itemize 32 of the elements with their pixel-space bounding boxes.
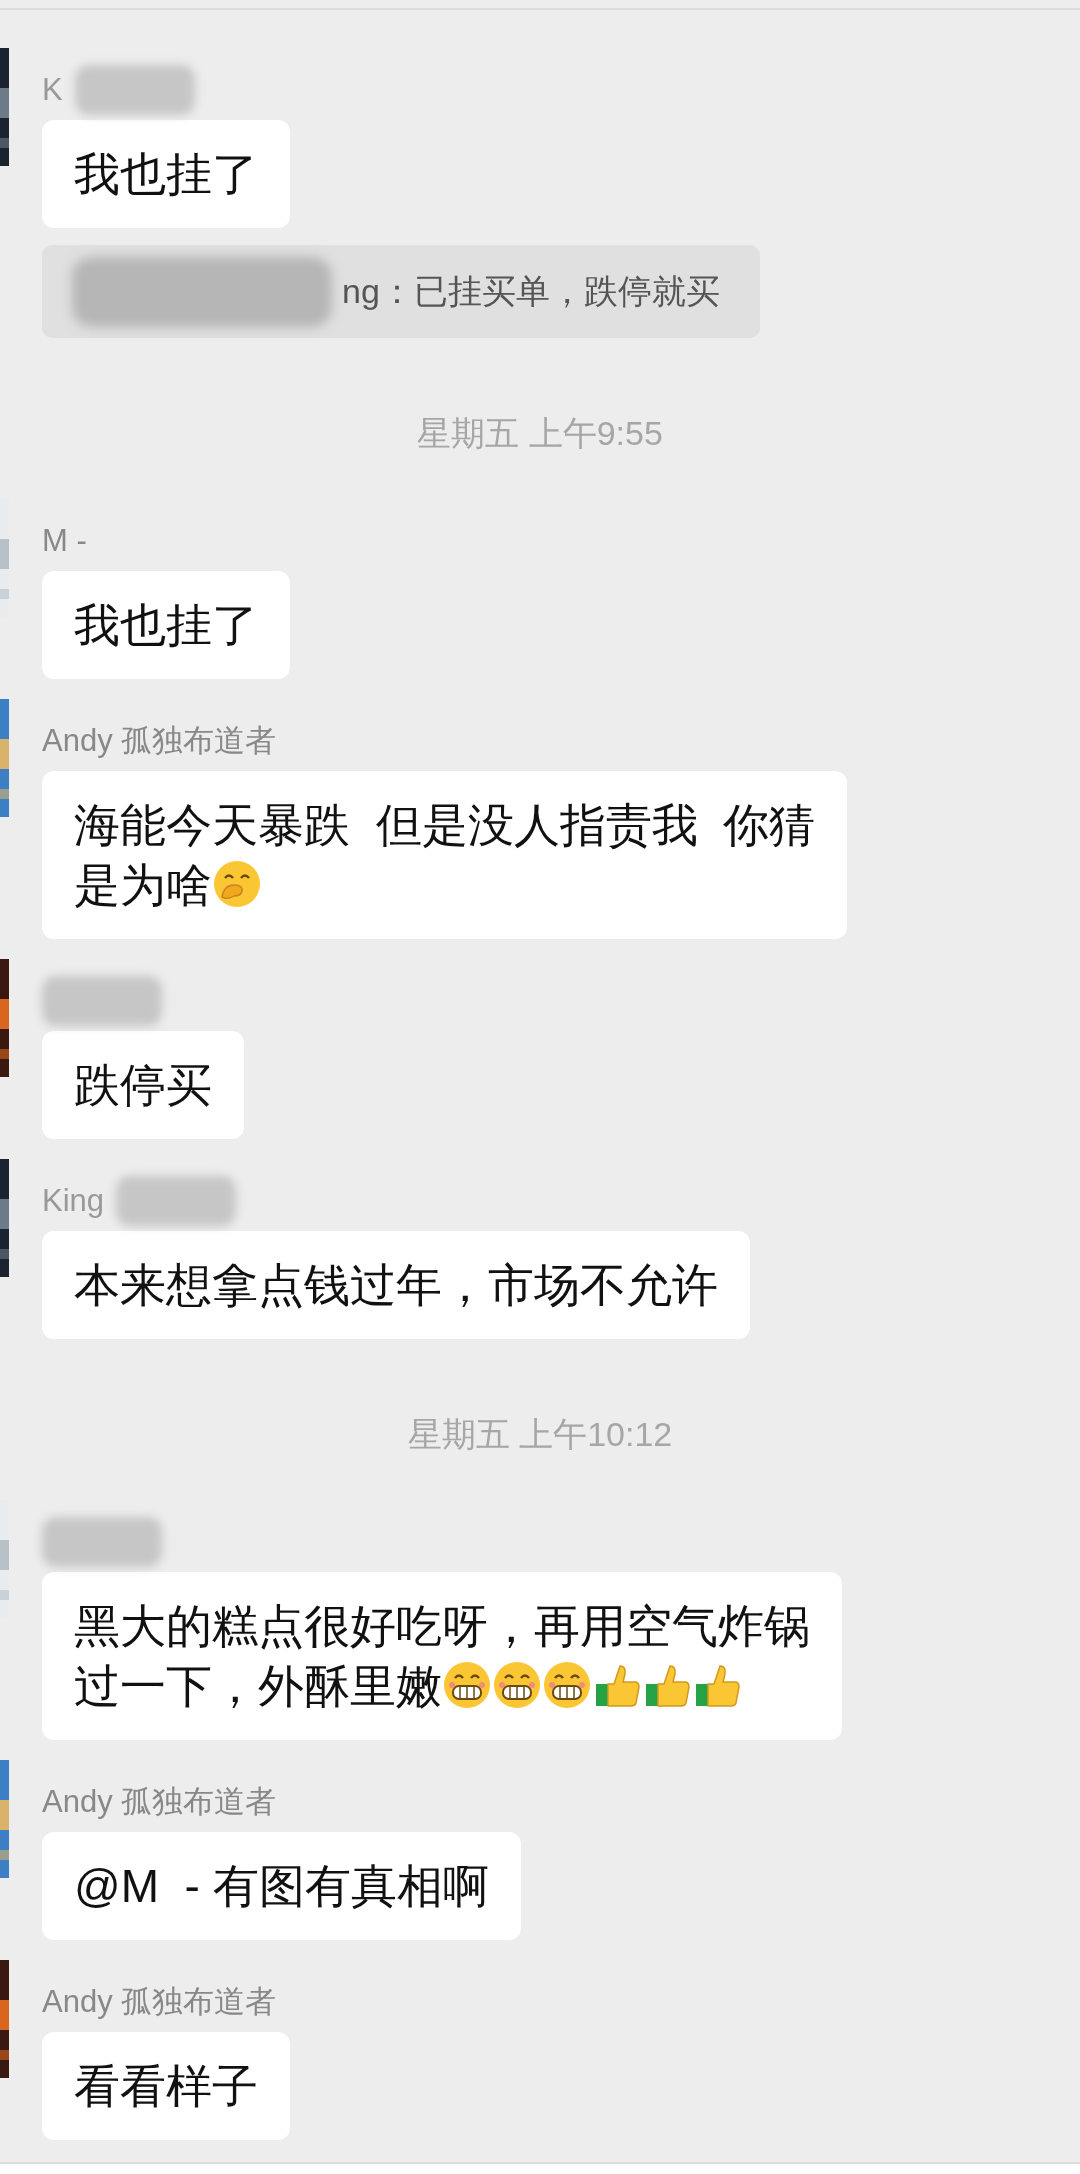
sender-name: K: [42, 70, 63, 109]
message-text: 黑大的糕点很好吃呀，再用空气炸锅: [74, 1600, 810, 1652]
message-text: 我也挂了: [74, 599, 258, 651]
grin-emoji-icon: [542, 1660, 592, 1710]
sender-name: Andy 孤独布道者: [42, 721, 277, 760]
message-bubble[interactable]: 海能今天暴跌 但是没人指责我 你猜 是为啥: [42, 771, 848, 939]
message-bubble[interactable]: 黑大的糕点很好吃呀，再用空气炸锅 过一下，外酥里嫩: [42, 1572, 842, 1740]
grin-emoji-icon: [492, 1660, 542, 1710]
message-text: 海能今天暴跌 但是没人指责我 你猜: [74, 799, 816, 851]
message-text: 我也挂了: [74, 148, 258, 200]
message-text: 本来想拿点钱过年，市场不允许: [74, 1259, 718, 1311]
message-text: 是为啥: [74, 859, 212, 911]
message-bubble[interactable]: 我也挂了: [42, 571, 290, 679]
message-text: @M - 有图有真相啊: [74, 1860, 489, 1912]
timestamp: 星期五 上午9:55: [417, 413, 663, 454]
message-text: 过一下，外酥里嫩: [74, 1660, 442, 1712]
message-bubble[interactable]: @M - 有图有真相啊: [42, 1832, 521, 1940]
sender-name: Andy 孤独布道者: [42, 1982, 277, 2021]
message-bubble[interactable]: 本来想拿点钱过年，市场不允许: [42, 1231, 750, 1339]
message-text: 跌停买: [74, 1059, 212, 1111]
message-bubble[interactable]: 我也挂了: [42, 120, 290, 228]
hand-over-mouth-emoji-icon: [212, 859, 262, 909]
sender-name: Andy 孤独布道者: [42, 1782, 277, 1821]
message-bubble[interactable]: 看看样子: [42, 2032, 290, 2140]
timestamp: 星期五 上午10:12: [407, 1414, 673, 1455]
quoted-message[interactable]: ng：已挂买单，跌停就买: [42, 245, 760, 338]
message-text: 看看样子: [74, 2060, 258, 2112]
quoted-text: ng：已挂买单，跌停就买: [342, 271, 720, 312]
grin-emoji-icon: [442, 1660, 492, 1710]
sender-name: King: [42, 1181, 105, 1220]
message-bubble[interactable]: 跌停买: [42, 1031, 244, 1139]
sender-name: M -: [42, 521, 87, 560]
